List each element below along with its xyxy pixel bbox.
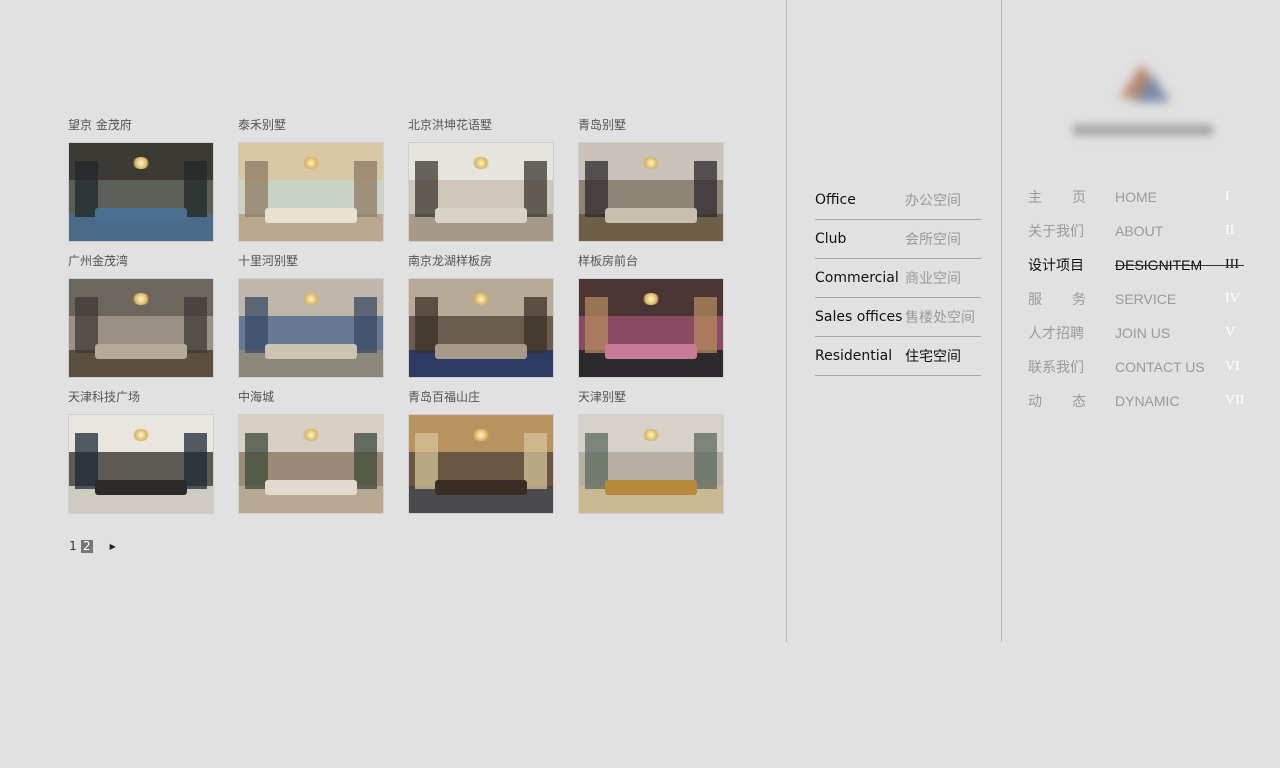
category-label-zh: 商业空间 [905, 271, 961, 287]
nav-roman-numeral: V [1225, 325, 1236, 340]
category-label-en: Commercial [815, 270, 899, 286]
page-1-link[interactable]: 1 [68, 540, 78, 553]
project-title[interactable]: 十里河别墅 [238, 252, 384, 278]
project-thumbnail[interactable] [578, 142, 724, 242]
project-title[interactable]: 样板房前台 [578, 252, 724, 278]
project-thumbnail[interactable] [578, 278, 724, 378]
project-thumbnail[interactable] [68, 278, 214, 378]
project-card[interactable]: 样板房前台 [578, 252, 724, 388]
category-item[interactable]: Commercial 商业空间 [815, 259, 981, 298]
nav-roman-numeral: IV [1225, 291, 1240, 306]
project-thumbnail[interactable] [408, 414, 554, 514]
nav-item[interactable]: 人才招聘 JOIN US V [1028, 316, 1248, 350]
project-title[interactable]: 广州金茂湾 [68, 252, 214, 278]
category-item[interactable]: Sales offices 售楼处空间 [815, 298, 981, 337]
nav-item[interactable]: 设计项目 DESIGNITEM III [1028, 248, 1248, 282]
category-label-zh: 售楼处空间 [905, 310, 975, 326]
nav-label-zh: 人才招聘 [1028, 326, 1084, 342]
nav-item[interactable]: 动态 DYNAMIC VII [1028, 384, 1248, 418]
nav-item[interactable]: 服务 SERVICE IV [1028, 282, 1248, 316]
nav-label-zh: 设计项目 [1028, 258, 1084, 274]
category-label-zh: 会所空间 [905, 232, 961, 248]
nav-label-en: SERVICE [1115, 291, 1177, 307]
project-title[interactable]: 南京龙湖样板房 [408, 252, 554, 278]
project-thumbnail[interactable] [68, 142, 214, 242]
project-card[interactable]: 泰禾别墅 [238, 116, 384, 252]
project-thumbnail[interactable] [408, 278, 554, 378]
project-card[interactable]: 望京 金茂府 [68, 116, 214, 252]
page-2-current[interactable]: 2 [81, 540, 93, 553]
nav-roman-numeral: I [1225, 189, 1230, 204]
category-label-en: Sales offices [815, 309, 903, 325]
project-thumbnail[interactable] [408, 142, 554, 242]
nav-label-en: JOIN US [1115, 325, 1171, 341]
nav-label-zh: 主页 [1028, 190, 1086, 206]
project-thumbnail[interactable] [68, 414, 214, 514]
logo-wordmark [1072, 124, 1214, 136]
logo-mark-icon [1112, 64, 1174, 108]
nav-item[interactable]: 主页 HOME I [1028, 180, 1248, 214]
project-title[interactable]: 北京洪坤花语墅 [408, 116, 554, 142]
project-card[interactable]: 南京龙湖样板房 [408, 252, 554, 388]
nav-roman-numeral: VII [1225, 393, 1245, 408]
company-logo[interactable] [1068, 58, 1218, 150]
nav-roman-numeral: II [1225, 223, 1235, 238]
project-card[interactable]: 广州金茂湾 [68, 252, 214, 388]
project-card[interactable]: 十里河别墅 [238, 252, 384, 388]
project-title[interactable]: 天津科技广场 [68, 388, 214, 414]
category-label-zh: 办公空间 [905, 193, 961, 209]
nav-item[interactable]: 联系我们 CONTACT US VI [1028, 350, 1248, 384]
project-card[interactable]: 天津别墅 [578, 388, 724, 524]
project-card[interactable]: 中海城 [238, 388, 384, 524]
nav-label-en: ABOUT [1115, 223, 1164, 239]
pagination: 1 2 ▶ [68, 540, 116, 553]
category-item[interactable]: Residential 住宅空间 [815, 337, 981, 376]
project-gallery: 望京 金茂府 泰禾别墅 北京洪坤花语墅 青岛别墅广州金茂湾 十里河别墅 南京龙湖样板房 样板… [68, 116, 724, 524]
project-thumbnail[interactable] [238, 278, 384, 378]
project-title[interactable]: 天津别墅 [578, 388, 724, 414]
project-card[interactable]: 天津科技广场 [68, 388, 214, 524]
nav-label-zh: 联系我们 [1028, 360, 1084, 376]
next-page-arrow-icon[interactable]: ▶ [110, 542, 116, 551]
nav-item[interactable]: 关于我们 ABOUT II [1028, 214, 1248, 248]
project-card[interactable]: 青岛别墅 [578, 116, 724, 252]
nav-roman-numeral: VI [1225, 359, 1240, 374]
active-strike-line [1115, 265, 1244, 266]
category-item[interactable]: Office 办公空间 [815, 181, 981, 220]
category-item[interactable]: Club 会所空间 [815, 220, 981, 259]
project-title[interactable]: 青岛百福山庄 [408, 388, 554, 414]
category-label-en: Office [815, 192, 856, 208]
project-thumbnail[interactable] [238, 142, 384, 242]
project-thumbnail[interactable] [238, 414, 384, 514]
project-title[interactable]: 青岛别墅 [578, 116, 724, 142]
main-navigation: 主页 HOME I 关于我们 ABOUT II 设计项目 DESIGNITEM III 服务 SER… [1028, 180, 1248, 418]
nav-label-zh: 服务 [1028, 292, 1086, 308]
category-label-en: Residential [815, 348, 893, 364]
project-title[interactable]: 望京 金茂府 [68, 116, 214, 142]
divider-right [1001, 0, 1002, 642]
category-label-zh: 住宅空间 [905, 349, 961, 365]
category-label-en: Club [815, 231, 847, 247]
nav-label-en: HOME [1115, 189, 1157, 205]
nav-label-en: DYNAMIC [1115, 393, 1180, 409]
nav-label-en: CONTACT US [1115, 359, 1205, 375]
category-menu: Office 办公空间 Club 会所空间 Commercial 商业空间 Sales of… [815, 181, 981, 376]
divider-left [786, 0, 787, 642]
project-title[interactable]: 泰禾别墅 [238, 116, 384, 142]
project-title[interactable]: 中海城 [238, 388, 384, 414]
project-card[interactable]: 北京洪坤花语墅 [408, 116, 554, 252]
nav-label-zh: 动态 [1028, 394, 1086, 410]
nav-label-zh: 关于我们 [1028, 224, 1084, 240]
project-card[interactable]: 青岛百福山庄 [408, 388, 554, 524]
project-thumbnail[interactable] [578, 414, 724, 514]
